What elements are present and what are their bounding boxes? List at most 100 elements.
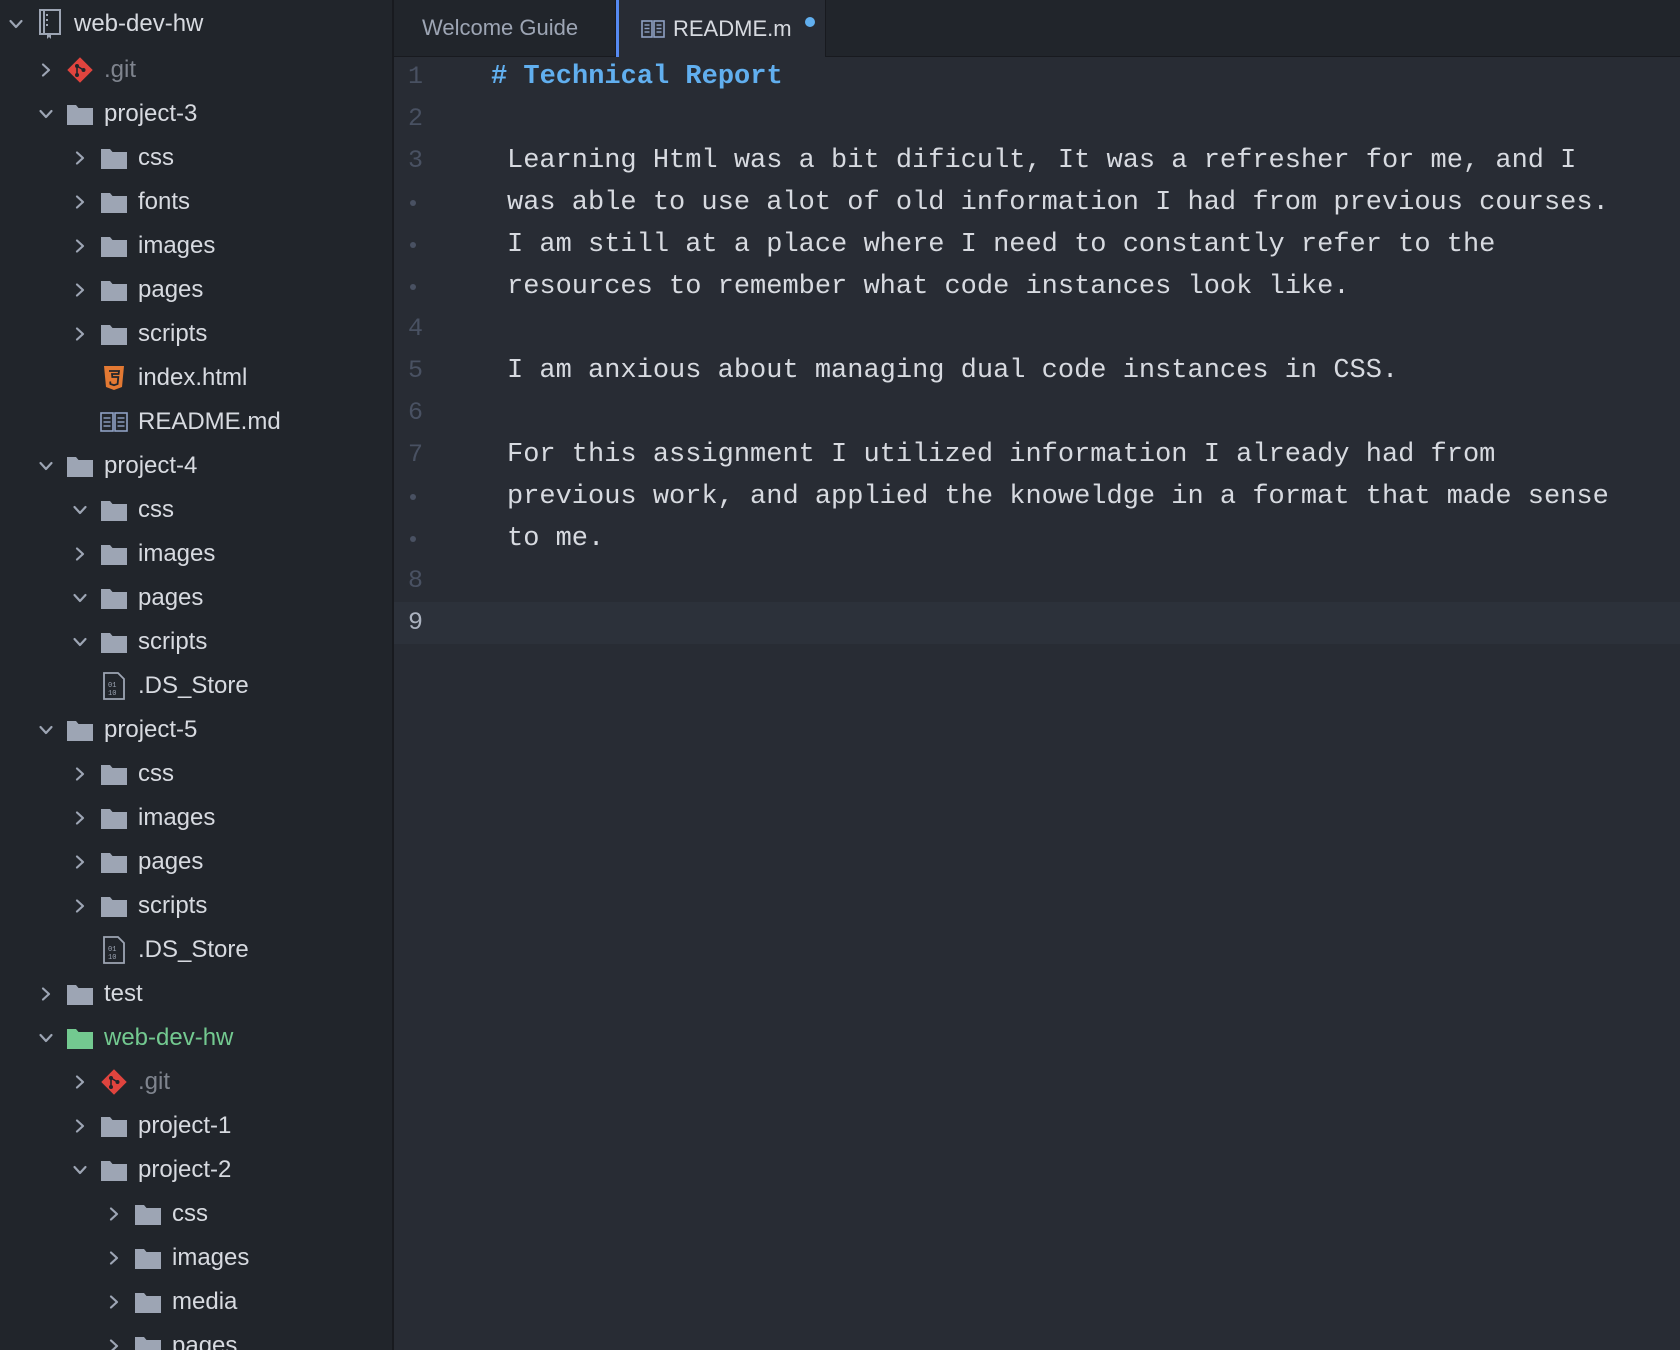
chevron-right-icon[interactable] — [68, 180, 92, 224]
chevron-right-icon[interactable] — [68, 224, 92, 268]
chevron-right-icon[interactable] — [68, 532, 92, 576]
editor-line[interactable]: 2 — [394, 98, 1680, 140]
chevron-right-icon[interactable] — [68, 1104, 92, 1148]
tree-folder[interactable]: css — [0, 1192, 392, 1236]
tree-folder[interactable]: images — [0, 796, 392, 840]
tree-folder[interactable]: project-2 — [0, 1148, 392, 1192]
tree-folder[interactable]: images — [0, 224, 392, 268]
line-text: resources to remember what code instance… — [507, 272, 1350, 302]
folder-icon — [98, 1104, 130, 1148]
tab-readme[interactable]: README.md — [616, 0, 826, 57]
tree-item-label: .git — [138, 1068, 171, 1095]
text-editor[interactable]: 1 # Technical Report 2 3 Learning Html was a… — [394, 56, 1680, 1350]
chevron-right-icon[interactable] — [68, 884, 92, 928]
chevron-right-icon[interactable] — [68, 752, 92, 796]
cursor-line[interactable]: 9 — [394, 602, 1680, 644]
editor-line[interactable]: 3 Learning Html was a bit dificult, It wa… — [394, 140, 1680, 182]
chevron-right-icon[interactable] — [102, 1192, 126, 1236]
tree-item-label: project-2 — [138, 1156, 232, 1183]
folder-icon — [98, 1148, 130, 1192]
tree-view[interactable]: web-dev-hw .git project-3 css fonts images pag… — [0, 0, 394, 1350]
tree-folder[interactable]: pages — [0, 268, 392, 312]
tree-folder[interactable]: media — [0, 1280, 392, 1324]
folder-icon — [132, 1236, 164, 1280]
chevron-right-icon[interactable] — [102, 1324, 126, 1350]
editor-line[interactable]: I am still at a place where I need to co… — [394, 224, 1680, 266]
tree-folder[interactable]: test — [0, 972, 392, 1016]
editor-line[interactable]: was able to use alot of old information … — [394, 182, 1680, 224]
chevron-right-icon[interactable] — [34, 972, 58, 1016]
tree-folder[interactable]: css — [0, 488, 392, 532]
chevron-down-icon[interactable] — [34, 1016, 58, 1060]
tree-file[interactable]: 01 10 .DS_Store — [0, 664, 392, 708]
tree-folder[interactable]: project-4 — [0, 444, 392, 488]
editor-line[interactable]: 4 — [394, 308, 1680, 350]
tree-folder[interactable]: fonts — [0, 180, 392, 224]
folder-icon — [132, 1280, 164, 1324]
folder-icon — [64, 708, 96, 752]
git-icon — [98, 1060, 130, 1104]
chevron-down-icon[interactable] — [34, 92, 58, 136]
chevron-right-icon[interactable] — [68, 796, 92, 840]
chevron-down-icon[interactable] — [34, 444, 58, 488]
tree-folder[interactable]: css — [0, 136, 392, 180]
tree-file[interactable]: README.md — [0, 400, 392, 444]
tree-folder[interactable]: project-3 — [0, 92, 392, 136]
editor-line[interactable]: 8 — [394, 560, 1680, 602]
tree-folder[interactable]: project-5 — [0, 708, 392, 752]
tree-folder[interactable]: pages — [0, 1324, 392, 1350]
tree-item-label: pages — [172, 1332, 238, 1350]
tree-item-label: pages — [138, 848, 204, 875]
folder-icon — [98, 796, 130, 840]
tab-welcome-guide[interactable]: Welcome Guide — [394, 0, 616, 56]
line-text: For this assignment I utilized informati… — [507, 440, 1496, 470]
tree-folder[interactable]: web-dev-hw — [0, 0, 392, 48]
chevron-right-icon[interactable] — [68, 840, 92, 884]
tree-folder[interactable]: css — [0, 752, 392, 796]
tree-item-label: web-dev-hw — [104, 1024, 234, 1051]
editor-line[interactable]: 1 # Technical Report — [394, 56, 1680, 98]
tree-folder[interactable]: scripts — [0, 620, 392, 664]
editor-line[interactable]: resources to remember what code instance… — [394, 266, 1680, 308]
folder-icon — [64, 1016, 96, 1060]
chevron-right-icon[interactable] — [68, 1060, 92, 1104]
tree-folder[interactable]: images — [0, 1236, 392, 1280]
binary-file-icon: 01 10 — [98, 928, 130, 972]
tree-folder[interactable]: web-dev-hw — [0, 1016, 392, 1060]
tree-folder[interactable]: images — [0, 532, 392, 576]
editor-line[interactable]: 7 For this assignment I utilized informat… — [394, 434, 1680, 476]
chevron-down-icon[interactable] — [68, 1148, 92, 1192]
tree-item-label: fonts — [138, 188, 191, 215]
chevron-right-icon[interactable] — [34, 48, 58, 92]
tree-file[interactable]: 01 10 .DS_Store — [0, 928, 392, 972]
chevron-down-icon[interactable] — [68, 488, 92, 532]
editor-line[interactable]: previous work, and applied the knoweldge… — [394, 476, 1680, 518]
tree-item-label: media — [172, 1288, 238, 1315]
tree-file[interactable]: .git — [0, 48, 392, 92]
chevron-down-icon[interactable] — [34, 708, 58, 752]
tree-folder[interactable]: project-1 — [0, 1104, 392, 1148]
editor-line[interactable]: to me. — [394, 518, 1680, 560]
editor-line[interactable]: 5 I am anxious about managing dual code i… — [394, 350, 1680, 392]
chevron-down-icon[interactable] — [68, 620, 92, 664]
chevron-right-icon[interactable] — [102, 1280, 126, 1324]
chevron-right-icon[interactable] — [68, 136, 92, 180]
modified-indicator-icon[interactable] — [805, 17, 815, 27]
tree-item-label: images — [138, 804, 216, 831]
tree-file[interactable]: .git — [0, 1060, 392, 1104]
tree-item-label: index.html — [138, 364, 248, 391]
chevron-down-icon[interactable] — [4, 0, 28, 48]
tree-file[interactable]: index.html — [0, 356, 392, 400]
tree-folder[interactable]: pages — [0, 576, 392, 620]
chevron-right-icon[interactable] — [68, 268, 92, 312]
tree-item-label: css — [138, 144, 174, 171]
tree-folder[interactable]: scripts — [0, 312, 392, 356]
line-number: 2 — [408, 104, 424, 133]
chevron-down-icon[interactable] — [68, 576, 92, 620]
chevron-right-icon[interactable] — [68, 312, 92, 356]
tree-folder[interactable]: scripts — [0, 884, 392, 928]
editor-line[interactable]: 6 — [394, 392, 1680, 434]
tree-folder[interactable]: pages — [0, 840, 392, 884]
chevron-right-icon[interactable] — [102, 1236, 126, 1280]
line-text: to me. — [507, 524, 605, 554]
